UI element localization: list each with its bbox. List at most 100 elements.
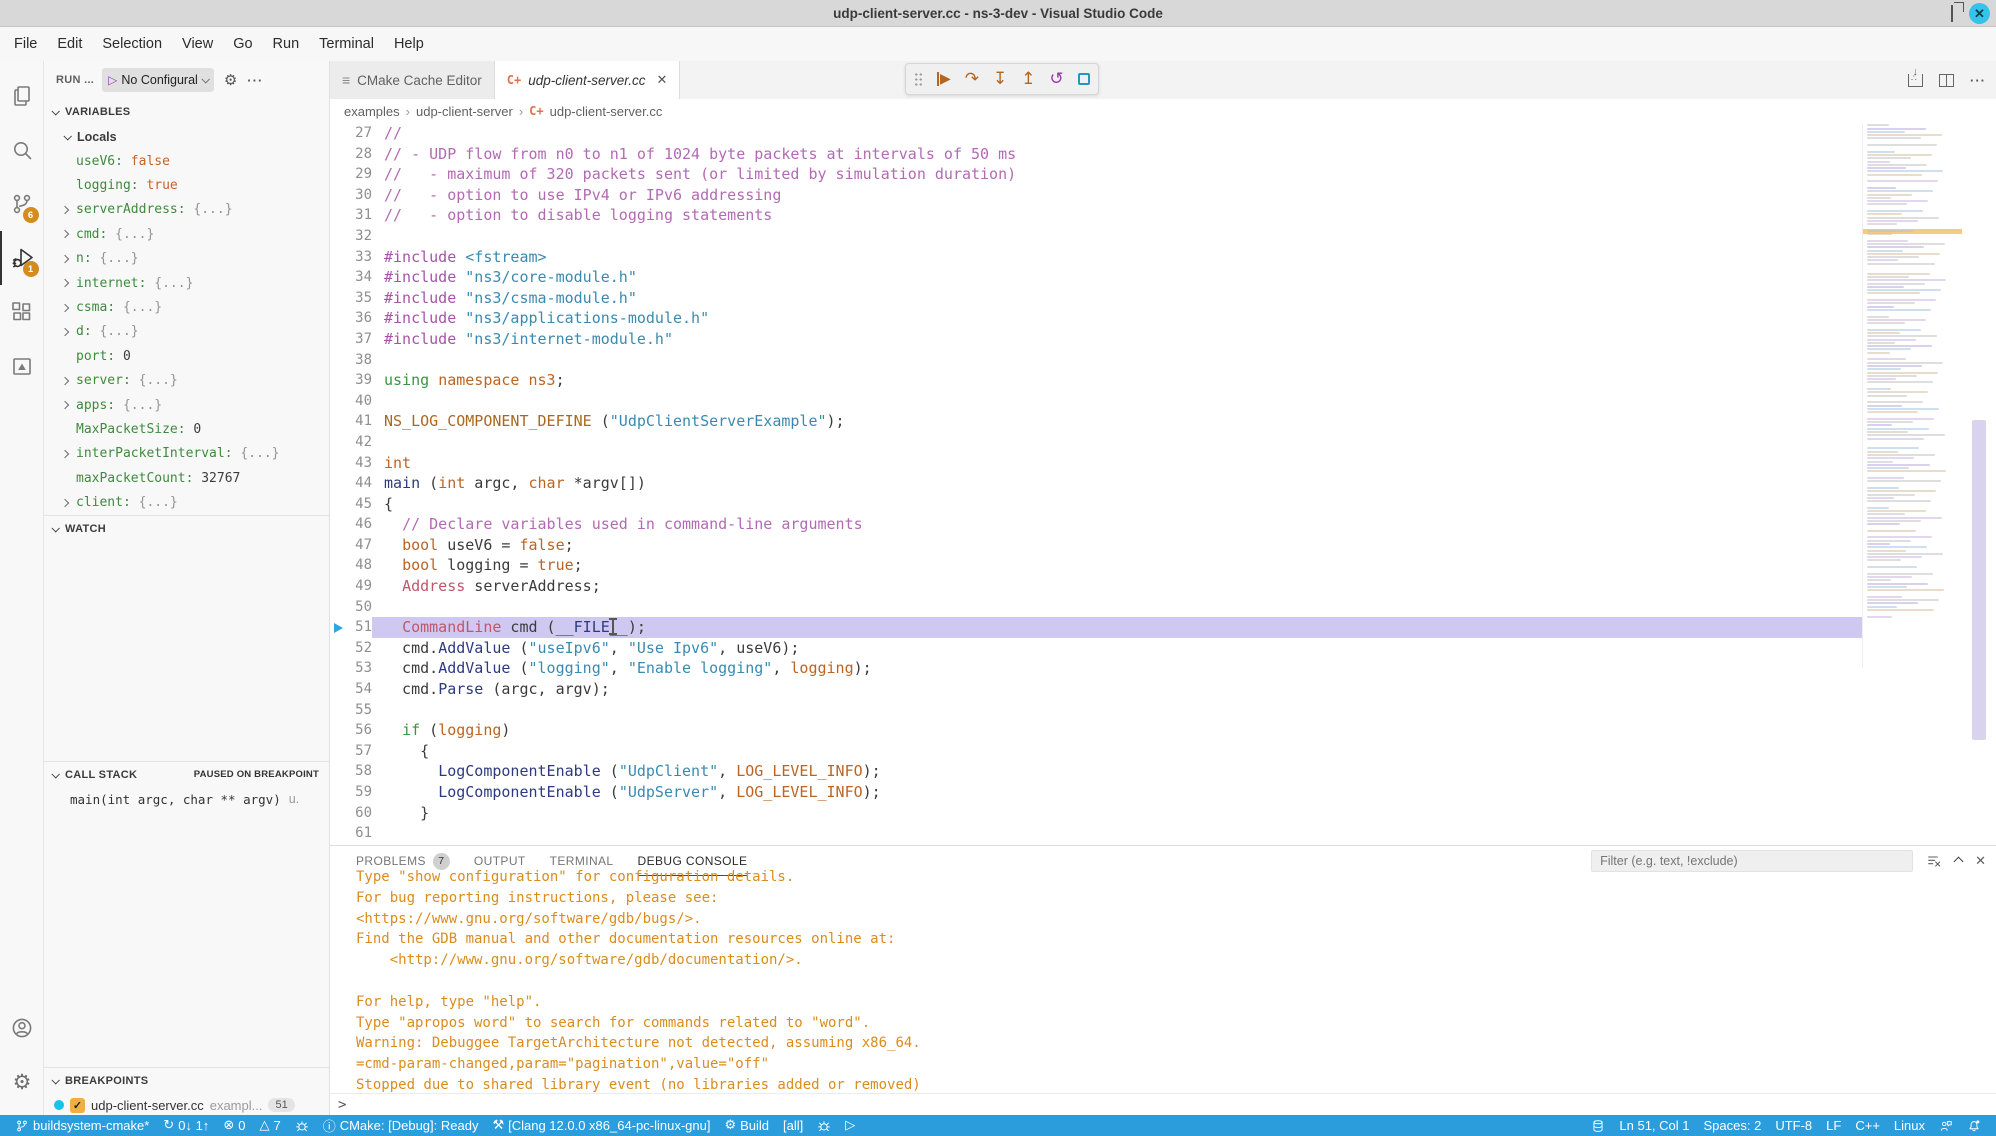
database-status[interactable] (1584, 1119, 1612, 1133)
code-text[interactable]: // - UDP flow from n0 to n1 of 1024 byte… (372, 144, 1862, 165)
code-line[interactable]: 41NS_LOG_COMPONENT_DEFINE ("UdpClientSer… (330, 411, 1862, 432)
eol[interactable]: LF (1819, 1118, 1848, 1133)
code-text[interactable]: #include "ns3/applications-module.h" (372, 308, 1862, 329)
line-number[interactable]: 50 (346, 597, 372, 618)
gutter-icon-col[interactable] (330, 247, 346, 268)
code-line[interactable]: 53 cmd.AddValue ("logging", "Enable logg… (330, 658, 1862, 679)
step-out-button[interactable]: ↥ (1021, 71, 1035, 88)
code-line[interactable]: 39using namespace ns3; (330, 370, 1862, 391)
code-line[interactable]: 50 (330, 597, 1862, 618)
code-text[interactable]: using namespace ns3; (372, 370, 1862, 391)
gutter-icon-col[interactable] (330, 267, 346, 288)
gutter-icon-col[interactable] (330, 226, 346, 247)
more-actions-icon[interactable]: ··· (1970, 73, 1986, 88)
kit-selector[interactable]: ⚒[Clang 12.0.0 x86_64-pc-linux-gnu] (485, 1118, 717, 1133)
build-target[interactable]: [all] (776, 1118, 810, 1133)
line-number[interactable]: 33 (346, 247, 372, 268)
scrollbar[interactable] (1962, 123, 1996, 845)
tab-cmake-cache-editor[interactable]: ≡ CMake Cache Editor (330, 61, 495, 99)
line-number[interactable]: 53 (346, 658, 372, 679)
gutter-icon-col[interactable] (330, 391, 346, 412)
line-number[interactable]: 45 (346, 494, 372, 515)
variable-row[interactable]: d: {...} (44, 320, 329, 344)
split-editor-icon[interactable] (1939, 74, 1954, 87)
launch-target-button[interactable]: ▷ (838, 1118, 862, 1133)
gutter-icon-col[interactable] (330, 720, 346, 741)
gutter-icon-col[interactable] (330, 453, 346, 474)
gutter-icon-col[interactable] (330, 329, 346, 350)
step-over-button[interactable]: ↷ (965, 71, 979, 88)
code-line[interactable]: 51 CommandLine cmd (__FILE__); (330, 617, 1862, 638)
code-text[interactable]: // Declare variables used in command-lin… (372, 514, 1862, 535)
build-button[interactable]: ⚙Build (717, 1118, 776, 1133)
line-number[interactable]: 43 (346, 453, 372, 474)
code-text[interactable] (372, 350, 1862, 371)
code-text[interactable]: } (372, 803, 1862, 824)
stack-frame[interactable]: main(int argc, char ** argv) u. (44, 787, 329, 811)
code-line[interactable]: 49 Address serverAddress; (330, 576, 1862, 597)
code-line[interactable]: 38 (330, 350, 1862, 371)
close-icon[interactable]: ✕ (1969, 3, 1990, 24)
variable-row[interactable]: csma: {...} (44, 295, 329, 319)
gutter-icon-col[interactable] (330, 185, 346, 206)
line-number[interactable]: 39 (346, 370, 372, 391)
code-line[interactable]: 40 (330, 391, 1862, 412)
line-number[interactable]: 29 (346, 164, 372, 185)
code-line[interactable]: 27// (330, 123, 1862, 144)
breakpoint-checkbox[interactable]: ✓ (70, 1098, 85, 1113)
gutter-icon-col[interactable] (330, 370, 346, 391)
notifications-bell[interactable] (1960, 1119, 1988, 1133)
gutter-icon-col[interactable] (330, 782, 346, 803)
line-number[interactable]: 49 (346, 576, 372, 597)
code-text[interactable]: bool useV6 = false; (372, 535, 1862, 556)
variable-row[interactable]: server: {...} (44, 369, 329, 393)
variable-row[interactable]: serverAddress: {...} (44, 198, 329, 222)
code-line[interactable]: 42 (330, 432, 1862, 453)
continue-button[interactable]: ▶ (937, 72, 951, 86)
code-line[interactable]: 52 cmd.AddValue ("useIpv6", "Use Ipv6", … (330, 638, 1862, 659)
variable-row[interactable]: n: {...} (44, 247, 329, 271)
code-text[interactable]: main (int argc, char *argv[]) (372, 473, 1862, 494)
code-line[interactable]: 36#include "ns3/applications-module.h" (330, 308, 1862, 329)
variable-row[interactable]: interPacketInterval: {...} (44, 442, 329, 466)
menu-item-terminal[interactable]: Terminal (309, 36, 384, 52)
line-number[interactable]: 44 (346, 473, 372, 494)
line-number[interactable]: 47 (346, 535, 372, 556)
language-mode[interactable]: C++ (1848, 1118, 1887, 1133)
line-number[interactable]: 58 (346, 761, 372, 782)
code-line[interactable]: 60 } (330, 803, 1862, 824)
tab-udp-client-server[interactable]: C+ udp-client-server.cc ✕ (495, 61, 681, 99)
console-input[interactable]: > (330, 1093, 1996, 1115)
line-number[interactable]: 27 (346, 123, 372, 144)
code-text[interactable]: #include "ns3/csma-module.h" (372, 288, 1862, 309)
code-line[interactable]: 56 if (logging) (330, 720, 1862, 741)
locals-scope[interactable]: Locals (44, 125, 329, 149)
line-number[interactable]: 46 (346, 514, 372, 535)
code-line[interactable]: 37#include "ns3/internet-module.h" (330, 329, 1862, 350)
gutter-icon-col[interactable] (330, 308, 346, 329)
line-number[interactable]: 30 (346, 185, 372, 206)
sidebar-item-extensions[interactable] (0, 285, 44, 339)
sidebar-item-search[interactable] (0, 123, 44, 177)
gutter-icon-col[interactable] (330, 411, 346, 432)
gutter-icon-col[interactable] (330, 741, 346, 762)
gutter-icon-col[interactable] (330, 700, 346, 721)
platform[interactable]: Linux (1887, 1118, 1932, 1133)
menu-item-file[interactable]: File (4, 36, 47, 52)
line-number[interactable]: 35 (346, 288, 372, 309)
debug-settings-gear-icon[interactable]: ⚙ (224, 71, 237, 89)
code-line[interactable]: 54 cmd.Parse (argc, argv); (330, 679, 1862, 700)
sidebar-item-explorer[interactable] (0, 69, 44, 123)
encoding[interactable]: UTF-8 (1768, 1118, 1819, 1133)
gutter-icon-col[interactable] (330, 555, 346, 576)
line-number[interactable]: 36 (346, 308, 372, 329)
breadcrumb-folder[interactable]: examples (344, 104, 400, 119)
variable-row[interactable]: port: 0 (44, 344, 329, 368)
line-number[interactable]: 60 (346, 803, 372, 824)
line-number[interactable]: 31 (346, 205, 372, 226)
gutter-icon-col[interactable] (330, 432, 346, 453)
cursor-position[interactable]: Ln 51, Col 1 (1612, 1118, 1696, 1133)
code-text[interactable] (372, 391, 1862, 412)
gutter-icon-col[interactable] (330, 617, 346, 638)
code-text[interactable] (372, 700, 1862, 721)
